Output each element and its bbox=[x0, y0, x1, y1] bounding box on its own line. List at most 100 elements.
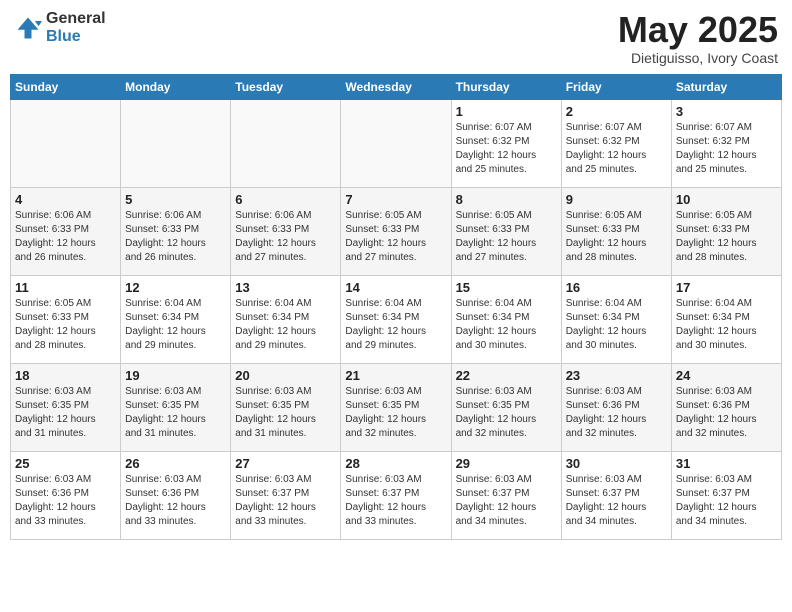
day-info: Sunrise: 6:07 AM Sunset: 6:32 PM Dayligh… bbox=[566, 121, 667, 177]
calendar-cell: 4 Sunrise: 6:06 AM Sunset: 6:33 PM Daylig… bbox=[11, 187, 121, 275]
day-number: 25 bbox=[15, 456, 116, 471]
day-number: 17 bbox=[676, 280, 777, 295]
day-number: 18 bbox=[15, 368, 116, 383]
day-info: Sunrise: 6:04 AM Sunset: 6:34 PM Dayligh… bbox=[125, 297, 226, 353]
calendar-cell: 29 Sunrise: 6:03 AM Sunset: 6:37 PM Dayli… bbox=[451, 451, 561, 539]
day-number: 4 bbox=[15, 192, 116, 207]
day-number: 13 bbox=[235, 280, 336, 295]
calendar-cell: 24Sunrise: 6:03 AM Sunset: 6:36 PM Dayli… bbox=[671, 363, 781, 451]
calendar-cell: 28 Sunrise: 6:03 AM Sunset: 6:37 PM Dayli… bbox=[341, 451, 451, 539]
calendar-table: SundayMondayTuesdayWednesdayThursdayFrid… bbox=[10, 74, 782, 540]
day-info: Sunrise: 6:05 AM Sunset: 6:33 PM Dayligh… bbox=[345, 209, 446, 265]
calendar-cell: 27Sunrise: 6:03 AM Sunset: 6:37 PM Dayli… bbox=[231, 451, 341, 539]
day-number: 23 bbox=[566, 368, 667, 383]
day-info: Sunrise: 6:05 AM Sunset: 6:33 PM Dayligh… bbox=[566, 209, 667, 265]
day-number: 19 bbox=[125, 368, 226, 383]
calendar-cell: 7 Sunrise: 6:05 AM Sunset: 6:33 PM Daylig… bbox=[341, 187, 451, 275]
weekday-header-sunday: Sunday bbox=[11, 74, 121, 99]
day-info: Sunrise: 6:03 AM Sunset: 6:35 PM Dayligh… bbox=[456, 385, 557, 441]
day-number: 11 bbox=[15, 280, 116, 295]
day-number: 21 bbox=[345, 368, 446, 383]
logo-blue: Blue bbox=[46, 28, 106, 46]
calendar-cell: 11 Sunrise: 6:05 AM Sunset: 6:33 PM Dayli… bbox=[11, 275, 121, 363]
day-info: Sunrise: 6:03 AM Sunset: 6:36 PM Dayligh… bbox=[566, 385, 667, 441]
day-number: 28 bbox=[345, 456, 446, 471]
day-number: 26 bbox=[125, 456, 226, 471]
calendar-cell: 9 Sunrise: 6:05 AM Sunset: 6:33 PM Daylig… bbox=[561, 187, 671, 275]
calendar-cell: 21 Sunrise: 6:03 AM Sunset: 6:35 PM Dayli… bbox=[341, 363, 451, 451]
weekday-header-monday: Monday bbox=[121, 74, 231, 99]
day-info: Sunrise: 6:06 AM Sunset: 6:33 PM Dayligh… bbox=[15, 209, 116, 265]
day-number: 15 bbox=[456, 280, 557, 295]
logo-text: General Blue bbox=[46, 10, 106, 45]
calendar-cell: 30 Sunrise: 6:03 AM Sunset: 6:37 PM Dayli… bbox=[561, 451, 671, 539]
weekday-header-friday: Friday bbox=[561, 74, 671, 99]
calendar-cell: 26 Sunrise: 6:03 AM Sunset: 6:36 PM Dayli… bbox=[121, 451, 231, 539]
calendar-cell: 19Sunrise: 6:03 AM Sunset: 6:35 PM Dayli… bbox=[121, 363, 231, 451]
calendar-cell: 12 Sunrise: 6:04 AM Sunset: 6:34 PM Dayli… bbox=[121, 275, 231, 363]
day-info: Sunrise: 6:03 AM Sunset: 6:37 PM Dayligh… bbox=[456, 473, 557, 529]
logo-general: General bbox=[46, 10, 106, 28]
calendar-week-row: 18 Sunrise: 6:03 AM Sunset: 6:35 PM Dayli… bbox=[11, 363, 782, 451]
calendar-cell bbox=[341, 99, 451, 187]
calendar-cell: 25 Sunrise: 6:03 AM Sunset: 6:36 PM Dayli… bbox=[11, 451, 121, 539]
day-info: Sunrise: 6:06 AM Sunset: 6:33 PM Dayligh… bbox=[235, 209, 336, 265]
logo-icon bbox=[14, 14, 42, 42]
day-info: Sunrise: 6:04 AM Sunset: 6:34 PM Dayligh… bbox=[676, 297, 777, 353]
day-info: Sunrise: 6:03 AM Sunset: 6:37 PM Dayligh… bbox=[345, 473, 446, 529]
day-info: Sunrise: 6:03 AM Sunset: 6:36 PM Dayligh… bbox=[15, 473, 116, 529]
day-info: Sunrise: 6:04 AM Sunset: 6:34 PM Dayligh… bbox=[345, 297, 446, 353]
weekday-header-thursday: Thursday bbox=[451, 74, 561, 99]
logo: General Blue bbox=[14, 10, 106, 45]
calendar-week-row: 25 Sunrise: 6:03 AM Sunset: 6:36 PM Dayli… bbox=[11, 451, 782, 539]
day-info: Sunrise: 6:03 AM Sunset: 6:36 PM Dayligh… bbox=[125, 473, 226, 529]
day-number: 29 bbox=[456, 456, 557, 471]
calendar-cell: 23 Sunrise: 6:03 AM Sunset: 6:36 PM Dayli… bbox=[561, 363, 671, 451]
page-header: General Blue May 2025 Dietiguisso, Ivory… bbox=[10, 10, 782, 66]
day-number: 20 bbox=[235, 368, 336, 383]
day-info: Sunrise: 6:07 AM Sunset: 6:32 PM Dayligh… bbox=[676, 121, 777, 177]
weekday-header-tuesday: Tuesday bbox=[231, 74, 341, 99]
day-info: Sunrise: 6:05 AM Sunset: 6:33 PM Dayligh… bbox=[456, 209, 557, 265]
calendar-cell: 20 Sunrise: 6:03 AM Sunset: 6:35 PM Dayli… bbox=[231, 363, 341, 451]
day-info: Sunrise: 6:04 AM Sunset: 6:34 PM Dayligh… bbox=[566, 297, 667, 353]
day-number: 3 bbox=[676, 104, 777, 119]
calendar-cell: 6 Sunrise: 6:06 AM Sunset: 6:33 PM Daylig… bbox=[231, 187, 341, 275]
day-number: 6 bbox=[235, 192, 336, 207]
weekday-header-saturday: Saturday bbox=[671, 74, 781, 99]
calendar-cell bbox=[11, 99, 121, 187]
calendar-cell: 31 Sunrise: 6:03 AM Sunset: 6:37 PM Dayli… bbox=[671, 451, 781, 539]
title-block: May 2025 Dietiguisso, Ivory Coast bbox=[618, 10, 778, 66]
calendar-cell: 15 Sunrise: 6:04 AM Sunset: 6:34 PM Dayli… bbox=[451, 275, 561, 363]
day-number: 31 bbox=[676, 456, 777, 471]
calendar-cell: 8 Sunrise: 6:05 AM Sunset: 6:33 PM Daylig… bbox=[451, 187, 561, 275]
day-info: Sunrise: 6:03 AM Sunset: 6:36 PM Dayligh… bbox=[676, 385, 777, 441]
day-info: Sunrise: 6:03 AM Sunset: 6:35 PM Dayligh… bbox=[235, 385, 336, 441]
calendar-cell: 10 Sunrise: 6:05 AM Sunset: 6:33 PM Dayli… bbox=[671, 187, 781, 275]
calendar-cell: 2Sunrise: 6:07 AM Sunset: 6:32 PM Daylig… bbox=[561, 99, 671, 187]
calendar-cell: 22Sunrise: 6:03 AM Sunset: 6:35 PM Dayli… bbox=[451, 363, 561, 451]
day-info: Sunrise: 6:05 AM Sunset: 6:33 PM Dayligh… bbox=[15, 297, 116, 353]
day-info: Sunrise: 6:03 AM Sunset: 6:35 PM Dayligh… bbox=[15, 385, 116, 441]
calendar-cell: 13 Sunrise: 6:04 AM Sunset: 6:34 PM Dayli… bbox=[231, 275, 341, 363]
day-number: 7 bbox=[345, 192, 446, 207]
day-info: Sunrise: 6:03 AM Sunset: 6:37 PM Dayligh… bbox=[235, 473, 336, 529]
day-number: 30 bbox=[566, 456, 667, 471]
day-info: Sunrise: 6:03 AM Sunset: 6:37 PM Dayligh… bbox=[676, 473, 777, 529]
day-info: Sunrise: 6:06 AM Sunset: 6:33 PM Dayligh… bbox=[125, 209, 226, 265]
day-info: Sunrise: 6:04 AM Sunset: 6:34 PM Dayligh… bbox=[456, 297, 557, 353]
calendar-cell: 1Sunrise: 6:07 AM Sunset: 6:32 PM Daylig… bbox=[451, 99, 561, 187]
day-number: 8 bbox=[456, 192, 557, 207]
day-number: 9 bbox=[566, 192, 667, 207]
day-number: 5 bbox=[125, 192, 226, 207]
month-title: May 2025 bbox=[618, 10, 778, 50]
day-info: Sunrise: 6:03 AM Sunset: 6:37 PM Dayligh… bbox=[566, 473, 667, 529]
day-number: 10 bbox=[676, 192, 777, 207]
weekday-header-wednesday: Wednesday bbox=[341, 74, 451, 99]
location: Dietiguisso, Ivory Coast bbox=[618, 50, 778, 66]
day-number: 12 bbox=[125, 280, 226, 295]
day-info: Sunrise: 6:05 AM Sunset: 6:33 PM Dayligh… bbox=[676, 209, 777, 265]
day-info: Sunrise: 6:03 AM Sunset: 6:35 PM Dayligh… bbox=[345, 385, 446, 441]
weekday-header-row: SundayMondayTuesdayWednesdayThursdayFrid… bbox=[11, 74, 782, 99]
day-info: Sunrise: 6:04 AM Sunset: 6:34 PM Dayligh… bbox=[235, 297, 336, 353]
